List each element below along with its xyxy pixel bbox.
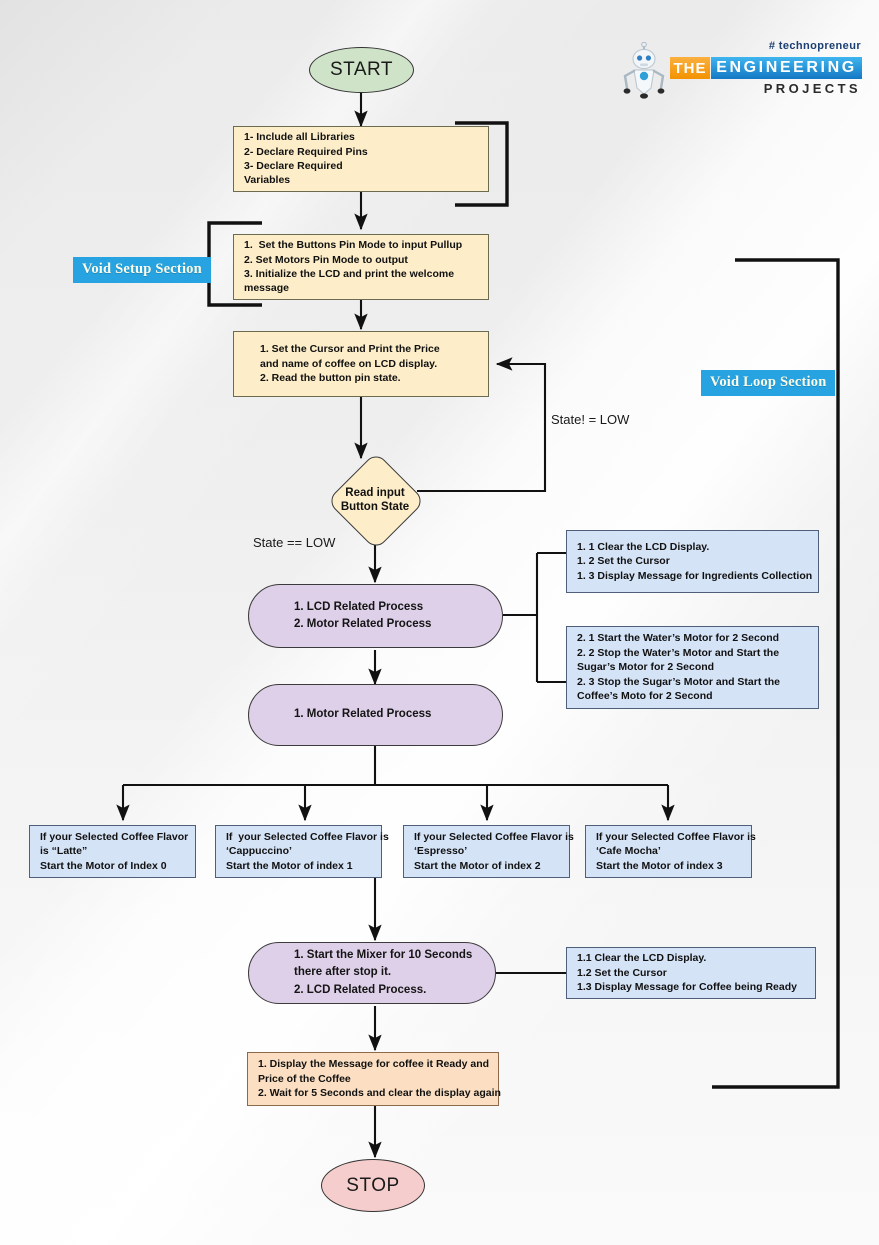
edge-label-state-low: State == LOW	[253, 535, 336, 550]
text-line: 1. Display the Message for coffee it Rea…	[258, 1058, 490, 1071]
text-line: If your Selected Coffee Flavor is	[226, 830, 389, 843]
text-line: 1. 2 Set the Cursor	[577, 555, 670, 568]
detail-motor-steps: 2. 1 Start the Water’s Motor for 2 Secon…	[566, 626, 819, 709]
text-line: Button State	[340, 501, 410, 513]
text-line: ‘Cafe Mocha’	[596, 845, 661, 858]
text-line: ‘Espresso’	[414, 845, 468, 858]
process-final-message: 1. Display the Message for coffee it Rea…	[247, 1052, 501, 1106]
text-line: 2. 1 Start the Water’s Motor for 2 Secon…	[577, 632, 780, 645]
text-line: there after stop it.	[294, 966, 392, 979]
branch-flavor-latte: If your Selected Coffee Flavor is “Latte…	[29, 825, 196, 878]
logo-tagline: # technopreneur	[768, 40, 861, 52]
decision-read-button-state: Read input Button State	[319, 451, 431, 551]
terminal-start: START	[309, 47, 414, 93]
text-line: Start the Motor of index 3	[596, 859, 723, 872]
process-mixer: 1. Start the Mixer for 10 Seconds there …	[248, 942, 496, 1004]
branch-flavor-cafe-mocha: If your Selected Coffee Flavor is ‘Cafe …	[585, 825, 756, 878]
text-line: If your Selected Coffee Flavor is	[596, 830, 756, 843]
process-display-price: 1. Set the Cursor and Print the Price an…	[233, 331, 489, 397]
text-line: Start the Motor of index 1	[226, 859, 353, 872]
text-line: 2. 3 Stop the Sugar’s Motor and Start th…	[577, 675, 781, 688]
text-line: 2. Set Motors Pin Mode to output	[244, 253, 408, 266]
text-line: If your Selected Coffee Flavor	[40, 830, 189, 843]
text-line: 1.2 Set the Cursor	[577, 966, 667, 979]
detail-coffee-ready-steps: 1.1 Clear the LCD Display. 1.2 Set the C…	[566, 947, 816, 999]
text-line: 1. 3 Display Message for Ingredients Col…	[577, 569, 813, 582]
text-line: Price of the Coffee	[258, 1072, 351, 1085]
process-initialization: 1- Include all Libraries 2- Declare Requ…	[233, 126, 489, 192]
logo-the-badge: THE	[670, 57, 710, 79]
text-line: 2. Read the button pin state.	[260, 372, 401, 385]
badge-void-setup-section: Void Setup Section	[73, 257, 211, 283]
text-line: 1. 1 Clear the LCD Display.	[577, 540, 710, 553]
process-lcd-and-motor: 1. LCD Related Process 2. Motor Related …	[248, 584, 503, 648]
branch-flavor-espresso: If your Selected Coffee Flavor is ‘Espre…	[403, 825, 574, 878]
text-line: 2. Motor Related Process	[294, 618, 432, 630]
process-motor-related: 1. Motor Related Process	[248, 684, 503, 746]
text-line: 1.3 Display Message for Coffee being Rea…	[577, 981, 797, 994]
text-line: message	[244, 282, 289, 295]
text-line: 1- Include all Libraries	[244, 131, 355, 144]
text-line: 1.1 Clear the LCD Display.	[577, 952, 707, 965]
text-line: Variables	[244, 174, 291, 187]
text-line: 3- Declare Required	[244, 160, 343, 172]
logo-engineering-badge: ENGINEERING	[711, 57, 862, 79]
detail-lcd-steps: 1. 1 Clear the LCD Display. 1. 2 Set the…	[566, 530, 819, 593]
robot-mascot-icon	[620, 41, 668, 100]
text-line: 1. Set the Cursor and Print the Price	[260, 343, 440, 356]
text-line: Sugar’s Motor for 2 Second	[577, 661, 715, 674]
edge-label-state-not-low: State! = LOW	[551, 412, 630, 427]
terminal-stop: STOP	[321, 1159, 425, 1212]
logo-projects-text: PROJECTS	[763, 81, 861, 96]
badge-void-loop-section: Void Loop Section	[701, 370, 836, 396]
branch-flavor-cappuccino: If your Selected Coffee Flavor is ‘Cappu…	[215, 825, 389, 878]
text-line: Start the Motor of index 2	[414, 859, 541, 872]
text-line: Coffee’s Moto for 2 Second	[577, 690, 713, 703]
text-line: 2. Wait for 5 Seconds and clear the disp…	[258, 1087, 501, 1100]
text-line: 1. Motor Related Process	[294, 708, 432, 721]
text-line: 1. Start the Mixer for 10 Seconds	[294, 949, 473, 962]
text-line: ‘Cappuccino’	[226, 845, 292, 858]
text-line: Start the Motor of Index 0	[40, 859, 167, 872]
flowchart-canvas: # technopreneur THE ENGINEERING PROJECTS…	[0, 0, 879, 1245]
text-line: is “Latte”	[40, 845, 88, 858]
text-line: 1. LCD Related Process	[294, 600, 424, 613]
text-line: Read input	[345, 486, 405, 499]
text-line: and name of coffee on LCD display.	[260, 357, 438, 370]
text-line: 3. Initialize the LCD and print the welc…	[244, 268, 455, 280]
brand-logo: # technopreneur THE ENGINEERING PROJECTS	[612, 40, 862, 102]
decision-label: Read input Button State	[341, 486, 409, 515]
process-setup: 1. Set the Buttons Pin Mode to input Pul…	[233, 234, 489, 300]
text-line: If your Selected Coffee Flavor is	[414, 830, 574, 843]
text-line: 1. Set the Buttons Pin Mode to input Pul…	[244, 239, 463, 252]
text-line: 2- Declare Required Pins	[244, 145, 368, 158]
text-line: 2. 2 Stop the Water’s Motor and Start th…	[577, 646, 780, 659]
text-line: 2. LCD Related Process.	[294, 983, 427, 996]
